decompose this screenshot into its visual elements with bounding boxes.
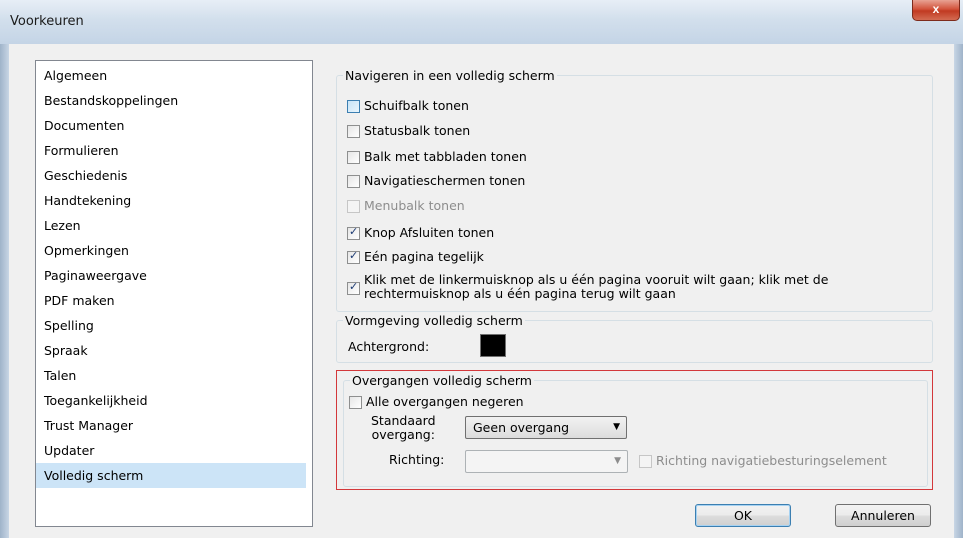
checkbox-box (347, 200, 360, 213)
checkbox-box[interactable] (347, 100, 360, 113)
checkbox-label: Klik met de linkermuisknop als u één pag… (364, 273, 828, 301)
chevron-down-icon: ▼ (614, 456, 621, 466)
checkbox-label: Alle overgangen negeren (366, 394, 524, 409)
checkbox-klik-muisknop[interactable]: Klik met de linkermuisknop als u één pag… (347, 273, 828, 301)
category-item-algemeen[interactable]: Algemeen (36, 63, 306, 88)
category-item-paginaweergave[interactable]: Paginaweergave (36, 263, 306, 288)
window-frame-right (954, 44, 963, 538)
checkbox-tabbladen[interactable]: Balk met tabbladen tonen (347, 149, 527, 164)
checkbox-label: Richting navigatiebesturingselement (656, 453, 887, 468)
transitions-group-legend: Overgangen volledig scherm (352, 373, 532, 388)
close-icon: x (932, 2, 940, 16)
checkbox-label: Knop Afsluiten tonen (364, 225, 495, 240)
checkbox-knop-afsluiten[interactable]: Knop Afsluiten tonen (347, 225, 494, 240)
category-item-spraak[interactable]: Spraak (36, 338, 306, 363)
checkbox-label-line2: rechtermuisknop als u één pagina terug w… (364, 286, 676, 301)
default-transition-label-line2: overgang: (371, 427, 435, 442)
appearance-group-legend: Vormgeving volledig scherm (345, 313, 523, 328)
checkbox-menubalk: Menubalk tonen (347, 198, 465, 213)
category-item-formulieren[interactable]: Formulieren (36, 138, 306, 163)
appearance-group: Vormgeving volledig scherm (336, 313, 933, 363)
close-button[interactable]: x (912, 0, 960, 21)
checkbox-label: Navigatieschermen tonen (364, 173, 526, 188)
checkbox-statusbalk[interactable]: Statusbalk tonen (347, 123, 470, 138)
checkbox-schuifbalk[interactable]: Schuifbalk tonen (347, 98, 469, 113)
checkbox-label-line1: Klik met de linkermuisknop als u één pag… (364, 272, 829, 287)
window-frame-left (0, 44, 9, 538)
checkbox-box[interactable] (347, 249, 360, 264)
checkbox-box (639, 455, 652, 468)
category-item-toegankelijkheid[interactable]: Toegankelijkheid (36, 388, 306, 413)
checkbox-label: Menubalk tonen (364, 198, 465, 213)
checkbox-box[interactable] (347, 151, 360, 164)
category-item-bestandskoppelingen[interactable]: Bestandskoppelingen (36, 88, 306, 113)
dialog-body: Algemeen Bestandskoppelingen Documenten … (9, 44, 954, 538)
category-item-geschiedenis[interactable]: Geschiedenis (36, 163, 306, 188)
category-item-lezen[interactable]: Lezen (36, 213, 306, 238)
default-transition-label-line1: Standaard (371, 413, 436, 428)
category-item-pdf-maken[interactable]: PDF maken (36, 288, 306, 313)
window-title: Voorkeuren (10, 14, 84, 29)
checkbox-navigatieschermen[interactable]: Navigatieschermen tonen (347, 173, 525, 188)
checkbox-alle-overgangen[interactable]: Alle overgangen negeren (349, 394, 524, 409)
background-label: Achtergrond: (348, 339, 430, 354)
chevron-down-icon: ▼ (613, 422, 620, 432)
default-transition-value: Geen overgang (473, 420, 570, 435)
checkbox-label: Balk met tabbladen tonen (364, 149, 527, 164)
category-item-documenten[interactable]: Documenten (36, 113, 306, 138)
category-item-updater[interactable]: Updater (36, 438, 306, 463)
cancel-button[interactable]: Annuleren (835, 504, 931, 527)
category-item-opmerkingen[interactable]: Opmerkingen (36, 238, 306, 263)
checkbox-label: Statusbalk tonen (364, 123, 471, 138)
background-color-swatch[interactable] (480, 334, 506, 357)
title-bar: Voorkeuren x (0, 0, 963, 45)
category-list[interactable]: Algemeen Bestandskoppelingen Documenten … (35, 60, 313, 527)
checkbox-een-pagina[interactable]: Eén pagina tegelijk (347, 249, 484, 264)
category-item-spelling[interactable]: Spelling (36, 313, 306, 338)
default-transition-label: Standaard overgang: (371, 414, 436, 442)
checkbox-box[interactable] (347, 125, 360, 138)
checkbox-box[interactable] (347, 175, 360, 188)
category-item-trust-manager[interactable]: Trust Manager (36, 413, 306, 438)
checkbox-label: Eén pagina tegelijk (364, 249, 484, 264)
direction-select: ▼ (465, 450, 628, 473)
nav-group-legend: Navigeren in een volledig scherm (345, 68, 555, 83)
checkbox-richting-navigatie: Richting navigatiebesturingselement (639, 453, 887, 468)
category-item-talen[interactable]: Talen (36, 363, 306, 388)
category-item-volledig-scherm[interactable]: Volledig scherm (36, 463, 306, 488)
checkbox-box[interactable] (347, 280, 360, 295)
default-transition-select[interactable]: Geen overgang ▼ (465, 416, 627, 439)
category-item-handtekening[interactable]: Handtekening (36, 188, 306, 213)
checkbox-box[interactable] (347, 225, 360, 240)
checkbox-box[interactable] (349, 396, 362, 409)
direction-label: Richting: (389, 452, 445, 467)
checkbox-label: Schuifbalk tonen (364, 98, 469, 113)
ok-button[interactable]: OK (695, 504, 791, 527)
